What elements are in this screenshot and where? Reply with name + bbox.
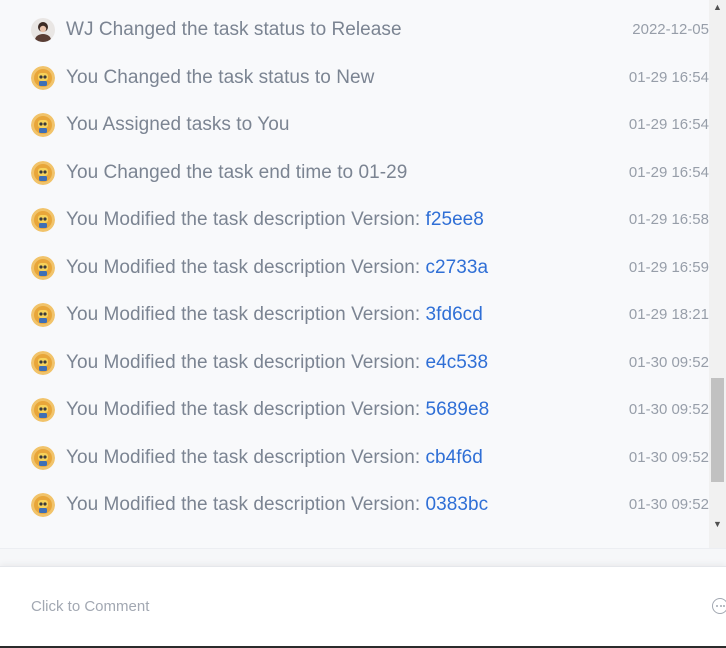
- activity-text: You Changed the task status to New: [66, 67, 375, 88]
- version-link[interactable]: 3fd6cd: [426, 304, 483, 325]
- activity-feed: WJ Changed the task status to Release 20…: [0, 0, 709, 548]
- activity-text: You Changed the task end time to 01-29: [66, 162, 408, 183]
- activity-row: You Modified the task description Versio…: [0, 348, 709, 378]
- user-avatar: [31, 351, 55, 375]
- comment-bar: Click to Comment: [0, 566, 726, 648]
- user-avatar: [31, 113, 55, 137]
- version-link[interactable]: c2733a: [426, 257, 489, 278]
- user-avatar: [31, 446, 55, 470]
- version-link[interactable]: cb4f6d: [426, 447, 483, 468]
- activity-text: You Modified the task description Versio…: [66, 209, 484, 230]
- version-link[interactable]: f25ee8: [426, 209, 484, 230]
- activity-text: You Assigned tasks to You: [66, 114, 290, 135]
- user-avatar: [31, 493, 55, 517]
- version-link[interactable]: e4c538: [426, 352, 489, 373]
- scroll-down-icon[interactable]: ▼: [709, 517, 726, 531]
- activity-time: 01-29 16:54: [628, 116, 709, 133]
- comment-input[interactable]: Click to Comment: [31, 598, 149, 615]
- activity-text: You Modified the task description Versio…: [66, 399, 490, 420]
- user-avatar: [31, 303, 55, 327]
- activity-row: You Modified the task description Versio…: [0, 300, 709, 330]
- activity-time: 01-29 16:54: [628, 164, 709, 181]
- activity-row: WJ Changed the task status to Release 20…: [0, 15, 709, 45]
- activity-row: You Assigned tasks to You 01-29 16:54: [0, 110, 709, 140]
- activity-text: You Modified the task description Versio…: [66, 352, 489, 373]
- activity-text: WJ Changed the task status to Release: [66, 19, 402, 40]
- user-avatar: [31, 161, 55, 185]
- user-avatar: [31, 18, 55, 42]
- activity-row: You Modified the task description Versio…: [0, 253, 709, 283]
- activity-row: You Changed the task status to New 01-29…: [0, 63, 709, 93]
- activity-row: You Modified the task description Versio…: [0, 395, 709, 425]
- activity-time: 01-30 09:52: [628, 401, 709, 418]
- activity-row: You Modified the task description Versio…: [0, 443, 709, 473]
- activity-time: 01-29 16:58: [628, 211, 709, 228]
- activity-text: You Modified the task description Versio…: [66, 257, 489, 278]
- vertical-scrollbar[interactable]: ▲ ▼: [709, 0, 726, 548]
- activity-row: You Changed the task end time to 01-29 0…: [0, 158, 709, 188]
- user-avatar: [31, 66, 55, 90]
- version-link[interactable]: 5689e8: [426, 399, 490, 420]
- activity-text: You Modified the task description Versio…: [66, 304, 483, 325]
- divider: [0, 548, 726, 566]
- user-avatar: [31, 256, 55, 280]
- user-avatar: [31, 398, 55, 422]
- activity-time: 01-29 16:59: [628, 259, 709, 276]
- activity-time: 01-30 09:52: [628, 449, 709, 466]
- user-avatar: [31, 208, 55, 232]
- activity-text: You Modified the task description Versio…: [66, 447, 483, 468]
- activity-text: You Modified the task description Versio…: [66, 494, 489, 515]
- activity-time: 01-30 09:52: [628, 354, 709, 371]
- scroll-thumb[interactable]: [711, 378, 724, 482]
- activity-time: 2022-12-05: [632, 21, 709, 38]
- more-dots-icon[interactable]: [712, 598, 726, 614]
- activity-time: 01-29 16:54: [628, 69, 709, 86]
- activity-row: You Modified the task description Versio…: [0, 490, 709, 520]
- activity-row: You Modified the task description Versio…: [0, 205, 709, 235]
- version-link[interactable]: 0383bc: [426, 494, 489, 515]
- activity-time: 01-29 18:21: [628, 306, 709, 323]
- scroll-up-icon[interactable]: ▲: [709, 0, 726, 14]
- activity-time: 01-30 09:52: [628, 496, 709, 513]
